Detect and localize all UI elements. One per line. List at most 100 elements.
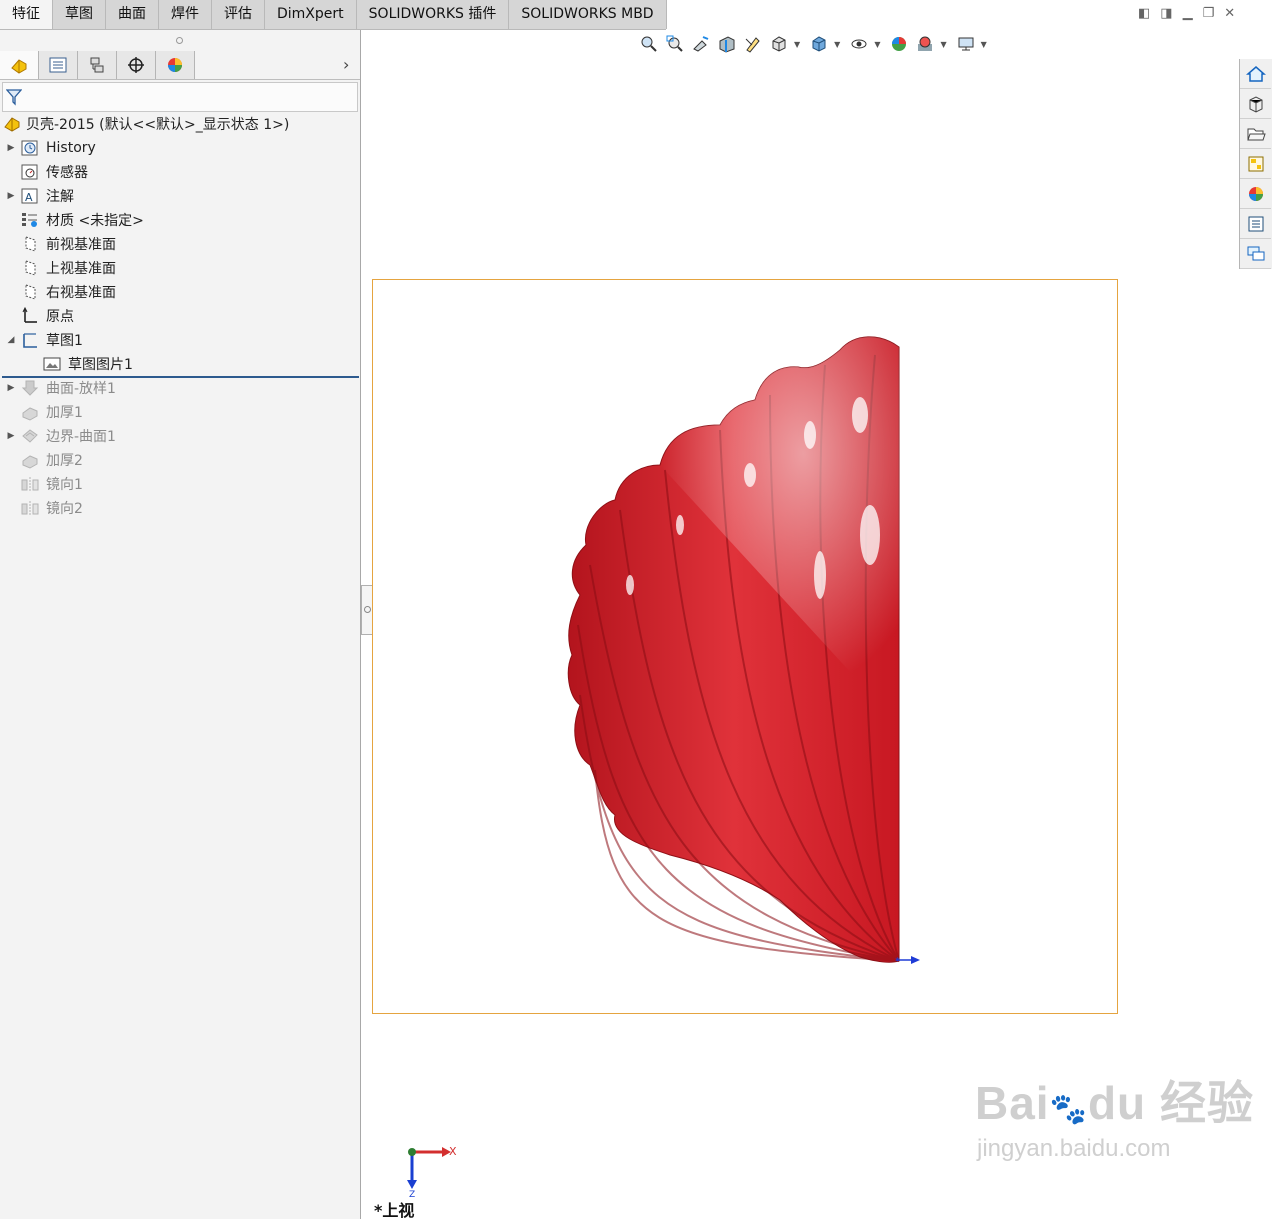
boundary-surface-icon: [20, 427, 40, 445]
baidu-watermark: Bai🐾du 经验 jingyan.baidu.com: [975, 1078, 1254, 1163]
tree-item[interactable]: 镜向1: [2, 472, 360, 496]
file-explorer-tab[interactable]: [1240, 119, 1271, 149]
tree-item[interactable]: 加厚2: [2, 448, 360, 472]
solidworks-resources-tab[interactable]: [1240, 59, 1271, 89]
rollback-bar[interactable]: [2, 376, 359, 378]
tree-item[interactable]: 原点: [2, 304, 360, 328]
design-library-tab[interactable]: [1240, 89, 1271, 119]
tree-item-label: 材质 <未指定>: [46, 213, 144, 229]
minimize-icon[interactable]: ▁: [1183, 6, 1193, 26]
configuration-manager-icon: [90, 57, 104, 73]
reference-triad: X Z: [407, 1145, 457, 1198]
tree-item[interactable]: 草图图片1: [24, 352, 382, 376]
tab-3[interactable]: 焊件: [159, 0, 212, 29]
scene-caret[interactable]: ▼: [940, 40, 946, 49]
view-palette-tab[interactable]: [1240, 149, 1271, 179]
mirror-icon: [20, 499, 40, 517]
display-manager-icon: [168, 58, 182, 72]
tree-item-label: 右视基准面: [46, 285, 116, 301]
design-library-icon: [1249, 95, 1262, 113]
tab-4[interactable]: 评估: [212, 0, 265, 29]
appearances-tab[interactable]: [1240, 179, 1271, 209]
heads-up-view-toolbar: ▼ ▼ ▼ ▼ ▼: [638, 32, 991, 56]
tree-item[interactable]: ▶ A 注解: [2, 184, 360, 208]
tree-item-label: History: [46, 140, 96, 156]
tree-item[interactable]: 镜向2: [2, 496, 360, 520]
close-icon[interactable]: ✕: [1224, 6, 1235, 26]
tree-item-label: 加厚2: [46, 453, 83, 469]
view-orientation-caret[interactable]: ▼: [794, 40, 800, 49]
tab-5[interactable]: DimXpert: [265, 0, 357, 29]
tree-root[interactable]: 贝壳-2015 (默认<<默认>_显示状态 1>): [2, 112, 360, 136]
tile-left-icon[interactable]: ◧: [1138, 6, 1150, 26]
tree-item[interactable]: ▶ History: [2, 136, 360, 160]
view-settings-caret[interactable]: ▼: [981, 40, 987, 49]
collapse-arrow-icon[interactable]: ◢: [2, 335, 20, 345]
tree-item[interactable]: 右视基准面: [2, 280, 360, 304]
zoom-to-area-icon[interactable]: [664, 33, 686, 55]
section-view-icon[interactable]: [716, 33, 738, 55]
origin-icon: [20, 307, 40, 325]
tab-feature-manager[interactable]: [0, 51, 39, 79]
plane-icon: [20, 283, 40, 301]
tab-dimxpert-manager[interactable]: [117, 51, 156, 79]
tab-2[interactable]: 曲面: [106, 0, 159, 29]
tree-item[interactable]: 传感器: [2, 160, 360, 184]
annotation-icon: A: [20, 187, 40, 205]
tab-1[interactable]: 草图: [53, 0, 106, 29]
panel-tabs: ›: [0, 51, 360, 80]
tree-item[interactable]: 上视基准面: [2, 256, 360, 280]
surface-loft-icon: [20, 379, 40, 397]
tree-root-label: 贝壳-2015 (默认<<默认>_显示状态 1>): [26, 117, 290, 133]
tab-display-manager[interactable]: [156, 51, 195, 79]
watermark-url: jingyan.baidu.com: [977, 1135, 1171, 1162]
tree-item[interactable]: 前视基准面: [2, 232, 360, 256]
history-icon: [20, 139, 40, 157]
display-style-caret[interactable]: ▼: [834, 40, 840, 49]
tree-item-label: 前视基准面: [46, 237, 116, 253]
filter-icon[interactable]: [6, 88, 22, 106]
edit-appearance-icon[interactable]: [888, 33, 910, 55]
panel-expand-arrow[interactable]: ›: [343, 55, 349, 74]
tree-item[interactable]: 材质 <未指定>: [2, 208, 360, 232]
folder-open-icon: [1246, 128, 1266, 140]
tree-item[interactable]: ▶ 曲面-放样1: [2, 376, 360, 400]
custom-properties-tab[interactable]: [1240, 209, 1271, 239]
shell-model[interactable]: [560, 325, 920, 970]
tree-item[interactable]: ◢ 草图1: [2, 328, 360, 352]
forum-tab[interactable]: [1240, 239, 1271, 269]
tree-item[interactable]: 加厚1: [2, 400, 360, 424]
dynamic-annotation-icon[interactable]: [742, 33, 764, 55]
expand-arrow-icon[interactable]: ▶: [2, 191, 20, 201]
property-manager-icon: [49, 57, 67, 73]
tab-7[interactable]: SOLIDWORKS MBD: [509, 0, 667, 29]
expand-arrow-icon[interactable]: ▶: [2, 383, 20, 393]
tab-6[interactable]: SOLIDWORKS 插件: [356, 0, 510, 29]
hide-show-items-icon[interactable]: [848, 33, 870, 55]
tree-item-label: 镜向1: [46, 477, 83, 493]
plane-icon: [20, 235, 40, 253]
tab-configuration-manager[interactable]: [78, 51, 117, 79]
hide-show-caret[interactable]: ▼: [874, 40, 880, 49]
expand-arrow-icon[interactable]: ▶: [2, 431, 20, 441]
sketch-picture-icon: [42, 355, 62, 373]
expand-arrow-icon[interactable]: ▶: [2, 143, 20, 153]
thicken-icon: [20, 403, 40, 421]
tree-filter-box[interactable]: [2, 82, 358, 112]
appearances-icon: [1248, 186, 1263, 201]
tree-item-label: 注解: [46, 189, 74, 205]
zoom-to-fit-icon[interactable]: [638, 33, 660, 55]
tile-right-icon[interactable]: ◨: [1160, 6, 1172, 26]
panel-gripper[interactable]: [176, 37, 183, 44]
tab-0[interactable]: 特征: [0, 0, 53, 29]
view-orientation-icon[interactable]: [768, 33, 790, 55]
window-controls: ◧ ◨ ▁ ❐ ✕: [1138, 6, 1235, 26]
apply-scene-icon[interactable]: [914, 33, 936, 55]
tab-property-manager[interactable]: [39, 51, 78, 79]
tree-item-label: 草图图片1: [68, 357, 133, 373]
previous-view-icon[interactable]: [690, 33, 712, 55]
restore-icon[interactable]: ❐: [1203, 6, 1215, 26]
tree-item[interactable]: ▶ 边界-曲面1: [2, 424, 360, 448]
display-style-icon[interactable]: [808, 33, 830, 55]
view-settings-icon[interactable]: [955, 33, 977, 55]
